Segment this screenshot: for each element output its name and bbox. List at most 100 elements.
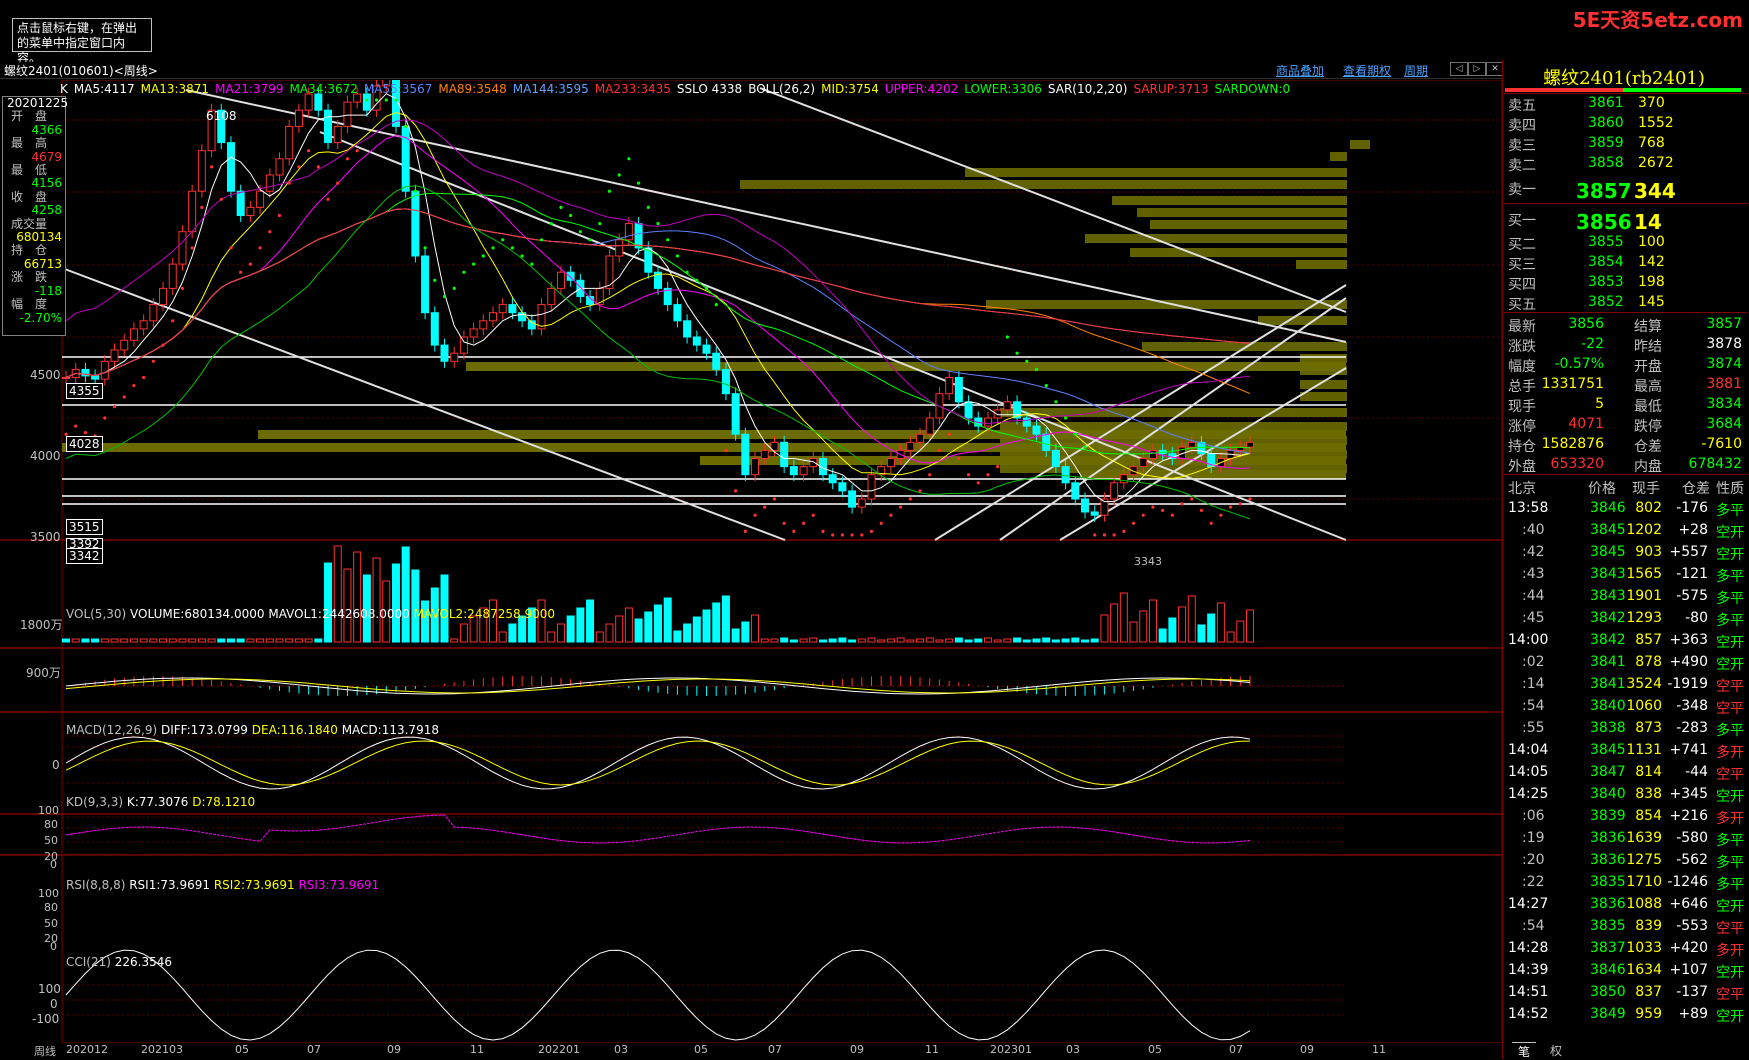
bar-info-box: 20201225 开 盘 4366 最 高 4679 最 低 4156 收 盘 … — [2, 96, 68, 336]
tick-price: 3836 — [1590, 830, 1626, 846]
candle-body — [857, 498, 866, 508]
next-window-icon[interactable]: ▷ — [1468, 62, 1486, 76]
candle-body — [450, 352, 459, 362]
volume-bar — [168, 638, 177, 643]
tick-time: :43 — [1522, 566, 1545, 582]
sar-dot — [666, 238, 670, 242]
tab-rights[interactable]: 权 — [1544, 1042, 1568, 1059]
tick-row: :54 3835 839 -553 空平 — [1504, 918, 1744, 937]
tick-time: :55 — [1522, 720, 1545, 736]
candle-body — [459, 336, 468, 354]
ask-price: 3857 — [1576, 179, 1632, 203]
volume-bar — [1090, 638, 1099, 643]
tick-volume: 1901 — [1626, 588, 1662, 604]
overlay-commodity-link[interactable]: 商品叠加 — [1276, 62, 1324, 79]
volume-bar — [1139, 610, 1148, 643]
tick-header-time: 北京 — [1508, 481, 1536, 497]
tick-time: 14:25 — [1508, 786, 1549, 802]
info-high: 4679 — [31, 149, 62, 164]
volume-bar — [586, 599, 595, 643]
candle-body — [430, 312, 439, 346]
stat-label: 幅度 — [1508, 359, 1536, 375]
sar-dot — [481, 254, 485, 258]
candle-body — [547, 287, 556, 306]
tick-price: 3836 — [1590, 852, 1626, 868]
tick-row: 14:28 3837 1033 +420 多开 — [1504, 940, 1744, 959]
sar-dot — [821, 529, 825, 533]
sar-dot — [1122, 529, 1126, 533]
view-options-link[interactable]: 查看期权 — [1343, 62, 1391, 79]
stat-label: 结算 — [1634, 319, 1662, 335]
sar-dot — [1093, 533, 1097, 537]
candle-body — [246, 206, 255, 217]
sar-dot — [180, 286, 185, 290]
candle-body — [993, 409, 1002, 419]
tick-volume: 878 — [1635, 654, 1662, 670]
candle-body — [789, 466, 798, 476]
prev-window-icon[interactable]: ◁ — [1450, 62, 1468, 76]
sar-dot — [442, 294, 447, 299]
candle-body — [440, 344, 449, 362]
sar-dot — [578, 230, 582, 234]
candle-body — [712, 352, 721, 370]
indicator-legend-item: MA13:3871 — [140, 82, 210, 96]
tick-type: 空开 — [1716, 789, 1744, 805]
sar-dot — [860, 533, 864, 537]
volume-bar — [857, 638, 866, 643]
indicator-legend-item: LOWER:3306 — [964, 82, 1042, 96]
candle-body — [1061, 466, 1070, 484]
indicator-legend-item: MID:3754 — [821, 82, 879, 96]
candle-body — [343, 101, 352, 127]
tick-volume: 838 — [1635, 786, 1662, 802]
volume-bar — [265, 638, 274, 643]
candle-body — [683, 320, 692, 338]
candle-body — [945, 377, 954, 395]
info-chg-label: 涨 跌 — [11, 270, 48, 285]
candle-body — [1139, 458, 1148, 468]
kd-panel-header: KD(9,3,3) K:77.3076 D:78.1210 — [66, 795, 256, 809]
volume-bar — [1226, 631, 1235, 643]
candle-body — [1051, 449, 1060, 468]
candle-body — [1022, 417, 1031, 427]
sar-dot — [1112, 533, 1116, 537]
candle-body — [760, 449, 769, 459]
tick-volume: 1060 — [1626, 698, 1662, 714]
info-low: 4156 — [31, 176, 62, 191]
volume-bar — [751, 614, 760, 643]
tick-type: 空开 — [1716, 525, 1744, 541]
ask-volume: 1552 — [1638, 115, 1674, 131]
period-link[interactable]: 周期 — [1404, 62, 1428, 79]
sar-dot — [1005, 335, 1009, 339]
kd-d-line — [65, 740, 1251, 786]
volume-bar — [1129, 621, 1138, 643]
tick-oi-change: +28 — [1678, 522, 1708, 538]
tick-type: 空开 — [1716, 899, 1744, 915]
tick-oi-change: -283 — [1676, 720, 1708, 736]
bid-price: 3852 — [1588, 294, 1624, 310]
stat-label: 开盘 — [1634, 359, 1662, 375]
tick-row: :22 3835 1710 -1246 多平 — [1504, 874, 1744, 893]
tick-price: 3841 — [1590, 676, 1626, 692]
indicator-legend-item: K — [60, 82, 68, 96]
tab-trades[interactable]: 笔 — [1512, 1042, 1537, 1060]
candle-body — [615, 239, 624, 257]
candle-body — [1246, 441, 1254, 448]
tick-price: 3837 — [1590, 940, 1626, 956]
stat-value: 5 — [1595, 396, 1604, 412]
candle-body — [692, 336, 701, 346]
sar-dot — [714, 303, 718, 307]
bid-volume: 100 — [1638, 234, 1665, 250]
tick-type: 空平 — [1716, 679, 1744, 695]
tick-row: :42 3845 903 +557 空开 — [1504, 544, 1744, 563]
time-tick: 03 — [1066, 1043, 1080, 1056]
sar-dot — [539, 238, 544, 242]
candle-body — [848, 490, 857, 508]
sar-dot — [656, 222, 660, 226]
candle-body — [197, 150, 206, 192]
kline-chart[interactable] — [0, 80, 1502, 1043]
info-vol-label: 成交量 — [11, 216, 48, 231]
sar-dot — [74, 424, 78, 428]
volume-bar — [692, 616, 701, 643]
candle-body — [1081, 498, 1090, 513]
candle-body — [110, 349, 119, 362]
